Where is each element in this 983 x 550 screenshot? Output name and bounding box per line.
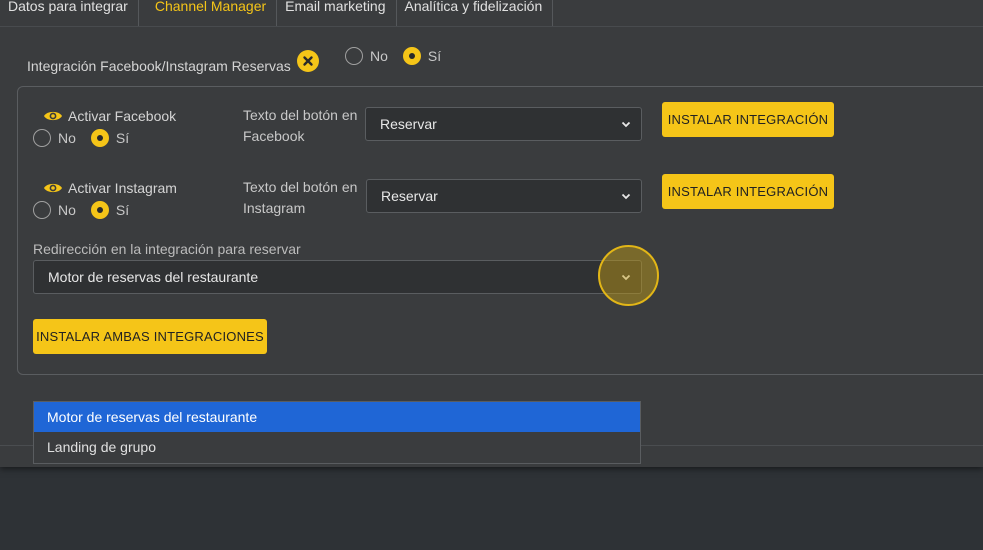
radio-unchecked-icon[interactable]	[345, 47, 363, 65]
instagram-button-text-select[interactable]: Reservar	[366, 179, 642, 213]
install-facebook-button[interactable]: INSTALAR INTEGRACIÓN	[662, 102, 834, 137]
redirect-options-list: Motor de reservas del restaurante Landin…	[33, 401, 641, 464]
tab-analitica-fidelizacion[interactable]: Analítica y fidelización	[397, 0, 554, 26]
chevron-down-icon	[621, 121, 631, 128]
chevron-down-icon	[621, 193, 631, 200]
facebook-radio-group: No Sí	[33, 129, 144, 147]
activar-facebook-label: Activar Facebook	[68, 108, 177, 124]
tab-datos-para-integrar[interactable]: Datos para integrar	[0, 0, 139, 26]
install-both-button[interactable]: INSTALAR AMBAS INTEGRACIONES	[33, 319, 267, 354]
instagram-radio-group: No Sí	[33, 201, 144, 219]
redirect-label: Redirección en la integración para reser…	[33, 241, 301, 257]
tab-email-marketing[interactable]: Email marketing	[277, 0, 397, 26]
tab-channel-manager[interactable]: Channel Manager	[139, 0, 278, 26]
integration-radio-group: No Sí	[345, 47, 456, 65]
facebook-radio-si[interactable]: Sí	[90, 129, 129, 147]
channel-manager-panel: Datos para integrar Channel Manager Emai…	[0, 0, 983, 467]
close-icon[interactable]	[297, 50, 319, 72]
integration-radio-si[interactable]: Sí	[402, 47, 441, 65]
eye-icon	[44, 111, 62, 121]
activar-instagram: Activar Instagram	[43, 180, 177, 196]
radio-checked-icon[interactable]	[90, 201, 109, 219]
tab-bar: Datos para integrar Channel Manager Emai…	[0, 0, 554, 26]
option-motor-reservas[interactable]: Motor de reservas del restaurante	[34, 402, 640, 432]
facebook-texto-label: Texto del botón en Facebook	[243, 107, 358, 144]
install-instagram-button[interactable]: INSTALAR INTEGRACIÓN	[662, 174, 834, 209]
option-landing-grupo[interactable]: Landing de grupo	[34, 432, 640, 462]
eye-icon	[44, 183, 62, 193]
integration-toggle-row: Integración Facebook/Instagram Reservas	[27, 48, 319, 74]
radio-checked-icon[interactable]	[90, 129, 109, 147]
click-highlight-indicator	[598, 245, 659, 306]
integration-label: Integración Facebook/Instagram Reservas	[27, 58, 291, 74]
activar-instagram-label: Activar Instagram	[68, 180, 177, 196]
activar-facebook: Activar Facebook	[43, 108, 176, 124]
facebook-button-text-select[interactable]: Reservar	[365, 107, 642, 141]
radio-checked-icon[interactable]	[402, 47, 421, 65]
radio-unchecked-icon[interactable]	[33, 201, 51, 219]
redirect-select[interactable]: Motor de reservas del restaurante	[33, 260, 642, 294]
facebook-radio-no[interactable]: No	[33, 129, 76, 147]
instagram-radio-si[interactable]: Sí	[90, 201, 129, 219]
integration-radio-no[interactable]: No	[345, 47, 388, 65]
radio-unchecked-icon[interactable]	[33, 129, 51, 147]
instagram-radio-no[interactable]: No	[33, 201, 76, 219]
tab-bar-divider	[0, 26, 983, 27]
instagram-texto-label: Texto del botón en Instagram	[243, 179, 358, 216]
